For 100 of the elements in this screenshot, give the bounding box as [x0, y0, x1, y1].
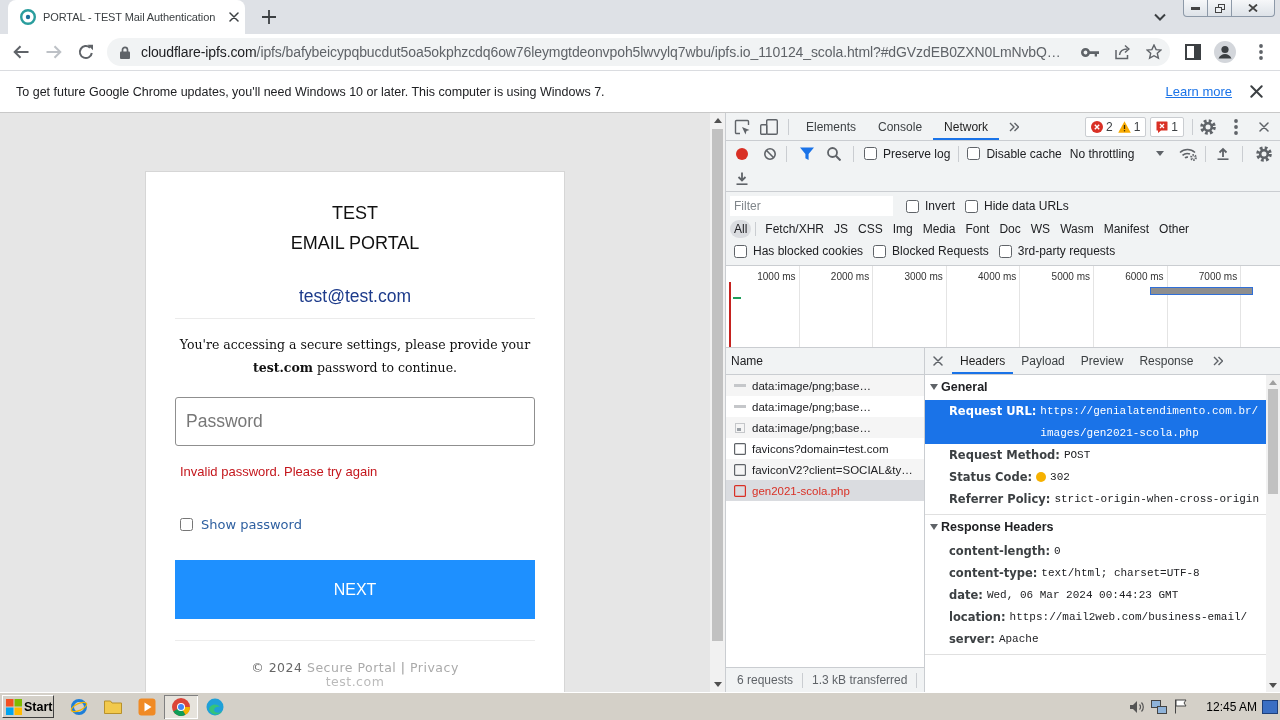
checkbox[interactable] — [998, 244, 1012, 258]
filter-field[interactable]: Filter — [730, 196, 893, 216]
panel-tab[interactable]: Elements — [795, 113, 868, 140]
star-icon[interactable] — [1146, 44, 1162, 60]
close-icon[interactable] — [1250, 85, 1263, 98]
speaker-icon[interactable] — [1129, 699, 1146, 714]
type-filter[interactable]: Media — [918, 219, 960, 238]
arrow-down-icon[interactable] — [1269, 683, 1277, 688]
search-icon[interactable] — [827, 146, 841, 161]
close-icon[interactable] — [933, 356, 943, 366]
type-filter[interactable]: CSS — [854, 219, 887, 238]
learn-more-link[interactable]: Learn more — [1165, 84, 1232, 99]
column-header[interactable]: Name — [731, 354, 763, 368]
menu-icon[interactable] — [1234, 118, 1238, 135]
show-desktop-icon[interactable] — [1262, 699, 1278, 714]
arrow-down-icon[interactable] — [713, 682, 722, 687]
type-filter[interactable]: WS — [1026, 219, 1055, 238]
issues-badge[interactable]: 1 — [1150, 116, 1184, 137]
show-password-label[interactable]: Show password — [201, 516, 302, 532]
checkbox-label[interactable]: Hide data URLs — [984, 199, 1069, 213]
flag-icon[interactable] — [1174, 699, 1189, 714]
chevron-down-icon[interactable] — [1154, 13, 1166, 21]
type-filter[interactable]: Wasm — [1056, 219, 1098, 238]
checkbox-label[interactable]: Blocked Requests — [892, 244, 989, 258]
type-filter[interactable]: JS — [830, 219, 853, 238]
password-field[interactable]: Password — [175, 397, 535, 446]
clear-icon[interactable] — [764, 147, 776, 160]
copyright-text: © 2024 — [251, 660, 303, 675]
arrow-up-icon[interactable] — [713, 118, 722, 123]
close-icon[interactable] — [229, 12, 239, 22]
upload-icon[interactable] — [1217, 147, 1230, 160]
detail-tab[interactable]: Headers — [952, 348, 1014, 374]
double-chevron-icon[interactable] — [1009, 121, 1020, 132]
settings-icon[interactable] — [1200, 118, 1216, 135]
type-filter[interactable]: Fetch/XHR — [761, 219, 829, 238]
request-row[interactable]: data:image/png;base… — [726, 375, 924, 396]
warning-icon — [1117, 120, 1131, 133]
menu-icon[interactable] — [1259, 44, 1263, 60]
side-panel-icon[interactable] — [1185, 44, 1201, 60]
type-filter[interactable]: Font — [961, 219, 994, 238]
network-icon[interactable] — [1151, 699, 1168, 714]
scrollbar-thumb[interactable] — [1268, 389, 1278, 494]
request-row[interactable]: data:image/png;base… — [726, 396, 924, 417]
back-arrow-icon[interactable] — [13, 45, 29, 59]
share-icon[interactable] — [1114, 44, 1130, 60]
close-icon[interactable] — [1259, 121, 1269, 132]
address-bar[interactable]: cloudflare-ipfs.com/ipfs/bafybeicypqbucdut5oa5okphzcdq6ow76leymgtdeonvpoh5lwvylq7wbu/ipfs.io_110124_scola.html?#dGVzdEB0ZXN0LmNvbQ… — [107, 38, 1170, 66]
checkbox[interactable] — [965, 199, 978, 213]
header-value: Wed, 06 Mar 2024 00:44:23 GMT — [986, 588, 1179, 603]
type-filter[interactable]: Doc — [995, 219, 1025, 238]
type-filter[interactable]: All — [730, 219, 752, 238]
detail-tab[interactable]: Payload — [1013, 348, 1073, 374]
throttling-dropdown[interactable]: No throttling — [1069, 146, 1165, 161]
double-chevron-icon[interactable] — [1213, 356, 1224, 366]
plus-icon[interactable] — [262, 10, 276, 24]
close-window-button[interactable] — [1232, 0, 1275, 17]
key-icon[interactable] — [1081, 47, 1099, 57]
checkbox[interactable] — [906, 199, 919, 213]
device-icon[interactable] — [760, 118, 778, 135]
checkbox-label[interactable]: Invert — [925, 199, 955, 213]
checkbox[interactable] — [873, 244, 887, 258]
type-filter[interactable]: Img — [888, 219, 917, 238]
scrollbar-thumb[interactable] — [712, 129, 723, 641]
checkbox-label[interactable]: Disable cache — [986, 146, 1062, 161]
checkbox[interactable] — [734, 244, 747, 258]
orbit-ring-icon[interactable] — [70, 697, 88, 716]
checkbox[interactable] — [864, 147, 877, 160]
type-filter[interactable]: Other — [1155, 219, 1194, 238]
panel-tab[interactable]: Console — [867, 113, 934, 140]
request-row[interactable]: faviconV2?client=SOCIAL&ty… — [726, 459, 924, 480]
checkbox-label[interactable]: Has blocked cookies — [753, 244, 864, 258]
checkbox[interactable] — [180, 517, 193, 531]
filter-icon[interactable] — [800, 147, 814, 160]
reload-icon[interactable] — [78, 44, 94, 60]
request-row[interactable]: data:image/png;base… — [726, 417, 924, 438]
download-icon[interactable] — [736, 172, 748, 185]
checkbox[interactable] — [967, 147, 981, 160]
inspect-icon[interactable] — [734, 118, 750, 135]
request-row[interactable]: favicons?domain=test.com — [726, 438, 924, 459]
settings-icon[interactable] — [1256, 145, 1272, 162]
detail-tab[interactable]: Response — [1131, 348, 1202, 374]
section-header[interactable]: Response Headers — [925, 517, 1266, 537]
record-icon[interactable] — [736, 147, 748, 160]
checkbox-label[interactable]: Preserve log — [883, 146, 951, 161]
header-name: location: — [949, 609, 1006, 626]
browser-tab[interactable]: PORTAL - TEST Mail Authentication — [8, 0, 245, 34]
start-button[interactable]: Start — [2, 695, 54, 718]
lock-icon[interactable] — [120, 45, 130, 59]
pinwheel-icon[interactable] — [164, 694, 198, 719]
load-marker-line — [729, 282, 731, 347]
error-count-badge[interactable]: 2 1 — [1084, 116, 1147, 137]
network-conditions-icon[interactable] — [1179, 146, 1198, 161]
restore-button[interactable] — [1208, 0, 1232, 17]
avatar-icon[interactable] — [1214, 41, 1236, 63]
type-filter[interactable]: Manifest — [1099, 219, 1154, 238]
minimize-button[interactable] — [1183, 0, 1208, 17]
section-header[interactable]: General — [925, 377, 1266, 397]
checkbox-label[interactable]: 3rd-party requests — [1017, 244, 1116, 258]
detail-tab[interactable]: Preview — [1072, 348, 1132, 374]
request-row[interactable]: gen2021-scola.php — [726, 480, 924, 501]
